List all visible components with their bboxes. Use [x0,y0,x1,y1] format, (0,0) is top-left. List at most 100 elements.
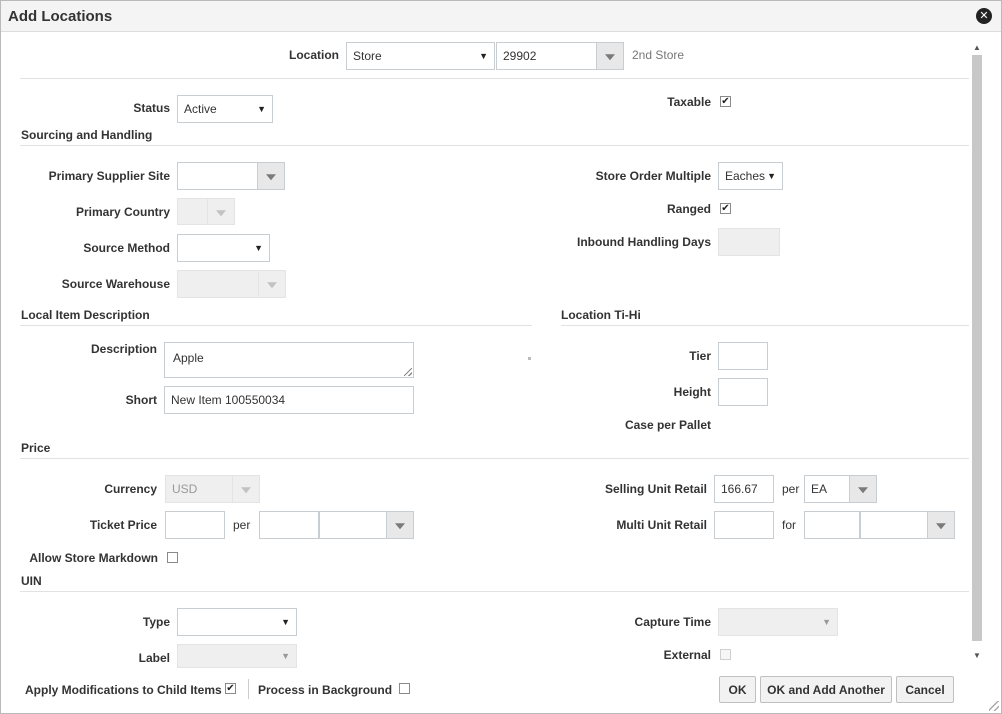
dropdown-arrow-icon [267,282,277,289]
case-per-pallet-label: Case per Pallet [624,418,711,432]
multi-uom-input[interactable] [860,511,928,539]
ticket-price-label: Ticket Price [89,518,157,532]
location-type-select[interactable]: Store ▼ [346,42,495,70]
location-id-value: 29902 [503,49,537,63]
ticket-price-uom-input[interactable] [319,511,387,539]
capture-time-label: Capture Time [634,615,711,629]
location-label: Location [289,48,339,62]
resize-grip-icon[interactable] [989,701,999,711]
multi-uom-dropdown-button[interactable] [927,511,955,539]
divider [20,458,969,459]
uin-type-label: Type [142,615,170,629]
primary-supplier-site-dropdown-button[interactable] [257,162,285,190]
tier-input[interactable] [718,342,768,370]
ticket-price-per-qty-input[interactable] [259,511,319,539]
store-order-multiple-select[interactable]: Eaches ▼ [718,162,783,190]
ticket-price-uom-dropdown-button[interactable] [386,511,414,539]
uin-type-select[interactable]: ▼ [177,608,297,636]
description-value: Apple [173,351,204,365]
uin-label-label: Label [138,651,170,665]
chevron-down-icon: ▼ [281,651,290,661]
dialog-title: Add Locations [8,8,113,25]
currency-value: USD [172,482,198,496]
allow-store-markdown-checkbox[interactable] [167,552,178,563]
selling-uom-input[interactable]: EA [804,475,850,503]
footer-separator [248,679,249,699]
price-section-title: Price [21,441,51,455]
taxable-checkbox[interactable]: ✔ [720,96,731,107]
location-id-dropdown-button[interactable] [596,42,624,70]
ok-button[interactable]: OK [719,676,756,703]
cancel-button[interactable]: Cancel [896,676,954,703]
chevron-down-icon: ▼ [822,617,831,627]
chevron-down-icon: ▼ [281,617,290,627]
source-method-select[interactable]: ▼ [177,234,270,262]
multi-unit-retail-for-label: for [782,518,797,532]
dropdown-arrow-icon [858,487,868,494]
divider [20,78,969,79]
process-background-checkbox[interactable] [399,683,410,694]
resize-handle-icon[interactable] [404,368,412,376]
source-warehouse-dropdown-button [258,270,286,298]
divider [20,145,969,146]
ticket-price-input[interactable] [165,511,225,539]
short-description-label: Short [125,393,157,407]
chevron-down-icon: ▼ [257,104,266,114]
status-value: Active [184,102,217,116]
status-label: Status [133,101,170,115]
multi-units-input[interactable] [804,511,860,539]
chevron-down-icon: ▼ [767,171,776,181]
divider [20,591,969,592]
multi-unit-retail-input[interactable] [714,511,774,539]
location-type-value: Store [353,49,382,63]
status-select[interactable]: Active ▼ [177,95,273,123]
dialog-titlebar: Add Locations ✕ [1,1,1001,32]
store-order-multiple-value: Eaches [725,169,766,183]
divider [561,325,969,326]
source-warehouse-input [177,270,259,298]
source-method-label: Source Method [83,241,170,255]
source-warehouse-label: Source Warehouse [61,277,170,291]
short-description-value: New Item 100550034 [171,393,286,407]
scroll-up-icon[interactable]: ▲ [973,43,981,52]
description-textarea[interactable]: Apple [164,342,414,378]
chevron-down-icon: ▼ [254,243,263,253]
local-item-section-title: Local Item Description [21,308,150,322]
selling-unit-retail-input[interactable]: 166.67 [714,475,774,503]
height-input[interactable] [718,378,768,406]
ranged-checkbox[interactable]: ✔ [720,203,731,214]
dropdown-arrow-icon [605,54,615,61]
apply-child-items-checkbox[interactable]: ✔ [225,683,236,694]
selling-uom-dropdown-button[interactable] [849,475,877,503]
location-name: 2nd Store [632,48,685,62]
ranged-label: Ranged [666,202,711,216]
location-id-input[interactable]: 29902 [496,42,597,70]
selling-unit-retail-label: Selling Unit Retail [604,482,707,496]
dropdown-arrow-icon [241,487,251,494]
inbound-handling-days-input [718,228,780,256]
taxable-label: Taxable [667,95,711,109]
vertical-scrollbar[interactable]: ▲ ▼ [969,43,986,663]
close-icon[interactable]: ✕ [976,8,992,24]
external-label: External [663,648,711,662]
scroll-down-icon[interactable]: ▼ [973,651,981,660]
short-description-input[interactable]: New Item 100550034 [164,386,414,414]
splitter-handle[interactable] [528,357,531,360]
multi-unit-retail-label: Multi Unit Retail [616,518,707,532]
dropdown-arrow-icon [936,523,946,530]
divider [20,325,532,326]
sourcing-section-title: Sourcing and Handling [21,128,153,142]
currency-input: USD [165,475,233,503]
dropdown-arrow-icon [395,523,405,530]
capture-time-select: ▼ [718,608,838,636]
currency-dropdown-button [232,475,260,503]
primary-supplier-site-input[interactable] [177,162,258,190]
primary-country-input [177,198,208,225]
ok-and-add-another-button[interactable]: OK and Add Another [760,676,892,703]
dropdown-arrow-icon [216,209,226,216]
ticket-price-per-label: per [233,518,251,532]
tier-label: Tier [689,349,711,363]
scrollbar-thumb[interactable] [972,55,982,641]
primary-country-dropdown-button [207,198,235,225]
uin-label-select: ▼ [177,644,297,668]
